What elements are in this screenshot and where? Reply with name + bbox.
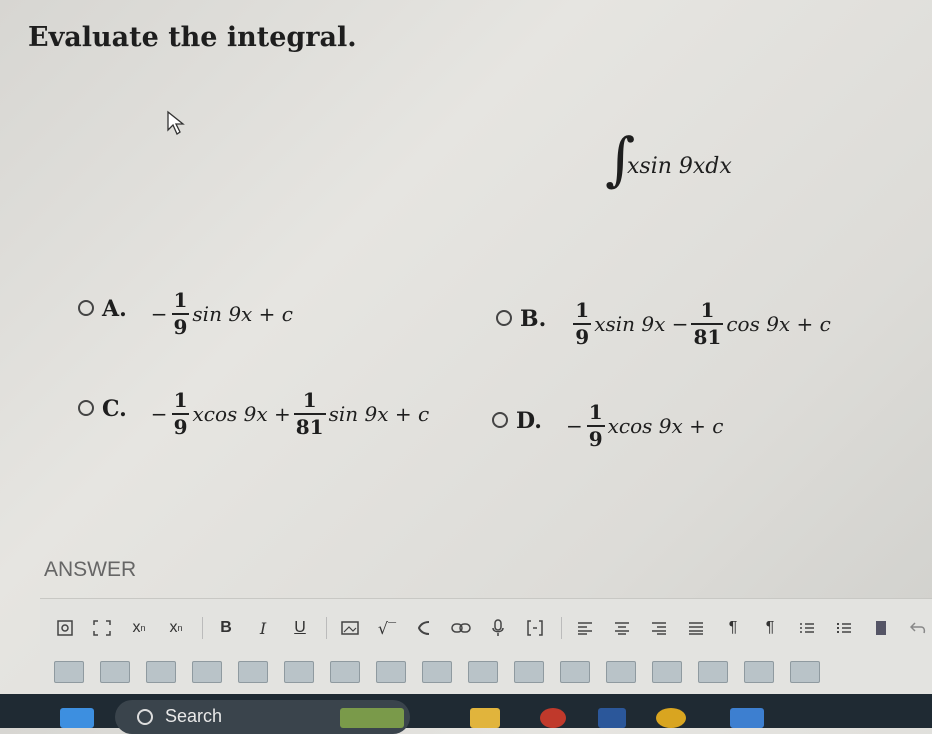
table-delete-col-icon[interactable]	[422, 661, 452, 683]
align-center-icon[interactable]	[611, 615, 633, 641]
option-c-fraction-1: 1 9	[171, 388, 190, 439]
table-insert-icon[interactable]	[54, 661, 84, 683]
sqrt-button[interactable]: √‾	[376, 615, 398, 641]
table-properties-icon[interactable]	[146, 661, 176, 683]
editor-toolbar: xn xn B I U √‾ ¶ ¶	[40, 598, 932, 695]
fraction-denominator: 81	[693, 325, 722, 349]
superscript-button[interactable]: xn	[165, 615, 187, 641]
code-block-icon[interactable]	[524, 615, 546, 641]
option-d-letter: D.	[516, 408, 542, 434]
option-b-math: 1 9 xsin 9x − 1 81 cos 9x + c	[570, 300, 831, 348]
option-b-fraction-1: 1 9	[573, 298, 592, 349]
fraction-numerator: 1	[302, 388, 317, 412]
fraction-denominator: 81	[295, 415, 324, 439]
table-split-icon[interactable]	[468, 661, 498, 683]
fraction-numerator: 1	[588, 400, 603, 424]
table-width-icon[interactable]	[744, 661, 774, 683]
option-b-radio[interactable]	[496, 310, 512, 326]
page-title: Evaluate the integral.	[28, 22, 357, 53]
widget-icon[interactable]	[340, 708, 404, 728]
option-d-math: − 1 9 xcos 9x + c	[566, 402, 724, 450]
table-height-icon[interactable]	[790, 661, 820, 683]
preview-icon[interactable]	[54, 615, 76, 641]
option-a-fraction: 1 9	[171, 288, 190, 339]
search-icon	[137, 709, 153, 725]
option-c-minus: −	[150, 402, 168, 426]
option-b-letter: B.	[520, 306, 547, 332]
fraction-denominator: 9	[588, 427, 603, 451]
table-delete-row-icon[interactable]	[284, 661, 314, 683]
option-d[interactable]: D. − 1 9 xcos 9x + c	[492, 402, 723, 450]
fraction-numerator: 1	[173, 288, 188, 312]
chrome-icon[interactable]	[656, 708, 686, 728]
option-c-math: − 1 9 xcos 9x + 1 81 sin 9x + c	[151, 390, 429, 438]
justify-icon[interactable]	[685, 615, 707, 641]
option-c-radio[interactable]	[78, 400, 94, 416]
image-icon[interactable]	[339, 615, 361, 641]
option-c-term-1: xcos 9x +	[192, 402, 291, 426]
bold-button[interactable]: B	[215, 615, 237, 641]
option-b-fraction-2: 1 81	[691, 298, 724, 349]
option-c-letter: C.	[102, 396, 127, 422]
table-col-after-icon[interactable]	[376, 661, 406, 683]
undo-icon[interactable]	[907, 615, 929, 641]
option-d-term: xcos 9x + c	[607, 414, 724, 438]
app-icon-2[interactable]	[730, 708, 764, 728]
option-d-minus: −	[565, 414, 583, 438]
option-a[interactable]: A. − 1 9 sin 9x + c	[78, 290, 293, 338]
option-a-radio[interactable]	[78, 300, 94, 316]
option-a-term: sin 9x + c	[192, 302, 293, 326]
option-a-letter: A.	[102, 296, 127, 322]
option-d-radio[interactable]	[492, 412, 508, 428]
table-row-after-icon[interactable]	[238, 661, 268, 683]
start-icon[interactable]	[60, 708, 94, 728]
option-b-term-2: cos 9x + c	[726, 312, 831, 336]
file-explorer-icon[interactable]	[470, 708, 500, 728]
numbered-list-icon[interactable]	[796, 615, 818, 641]
align-left-icon[interactable]	[574, 615, 596, 641]
table-grid-icon[interactable]	[698, 661, 728, 683]
fullscreen-icon[interactable]	[91, 615, 113, 641]
taskbar-search-label: Search	[165, 706, 223, 726]
option-d-fraction: 1 9	[586, 400, 605, 451]
option-a-minus: −	[150, 302, 168, 326]
table-delete-icon[interactable]	[560, 661, 590, 683]
table-insert-row-icon[interactable]	[100, 661, 130, 683]
table-cell-icon[interactable]	[652, 661, 682, 683]
option-b-term-1: xsin 9x −	[594, 312, 689, 336]
align-right-icon[interactable]	[648, 615, 670, 641]
app-icon[interactable]	[540, 708, 566, 728]
paragraph-ltr-button[interactable]: ¶	[722, 615, 744, 641]
option-c-term-2: sin 9x + c	[328, 402, 430, 426]
microphone-icon[interactable]	[487, 615, 509, 641]
subscript-button[interactable]: xn	[128, 615, 150, 641]
answer-label: ANSWER	[44, 558, 137, 581]
option-b[interactable]: B. 1 9 xsin 9x − 1 81 cos 9x + c	[496, 300, 831, 348]
fraction-denominator: 9	[173, 315, 188, 339]
fraction-numerator: 1	[575, 298, 590, 322]
mouse-cursor-icon	[167, 110, 185, 135]
fraction-numerator: 1	[173, 388, 188, 412]
underline-button[interactable]: U	[289, 615, 311, 641]
fraction-denominator: 9	[173, 415, 188, 439]
word-icon[interactable]	[598, 708, 626, 728]
table-style-icon[interactable]	[606, 661, 636, 683]
italic-button[interactable]: I	[252, 615, 274, 641]
integrand: xsin 9xdx	[627, 154, 732, 179]
table-col-before-icon[interactable]	[330, 661, 360, 683]
text-color-icon[interactable]	[870, 615, 892, 641]
paragraph-rtl-button[interactable]: ¶	[759, 615, 781, 641]
fraction-denominator: 9	[575, 325, 590, 349]
table-row-before-icon[interactable]	[192, 661, 222, 683]
fraction-numerator: 1	[700, 298, 715, 322]
bullet-list-icon[interactable]	[833, 615, 855, 641]
option-c[interactable]: C. − 1 9 xcos 9x + 1 81 sin 9x + c	[78, 390, 429, 438]
option-c-fraction-2: 1 81	[293, 388, 326, 439]
table-merge-icon[interactable]	[514, 661, 544, 683]
link-icon[interactable]	[450, 615, 472, 641]
curve-icon[interactable]	[413, 615, 435, 641]
option-a-math: − 1 9 sin 9x + c	[151, 290, 293, 338]
